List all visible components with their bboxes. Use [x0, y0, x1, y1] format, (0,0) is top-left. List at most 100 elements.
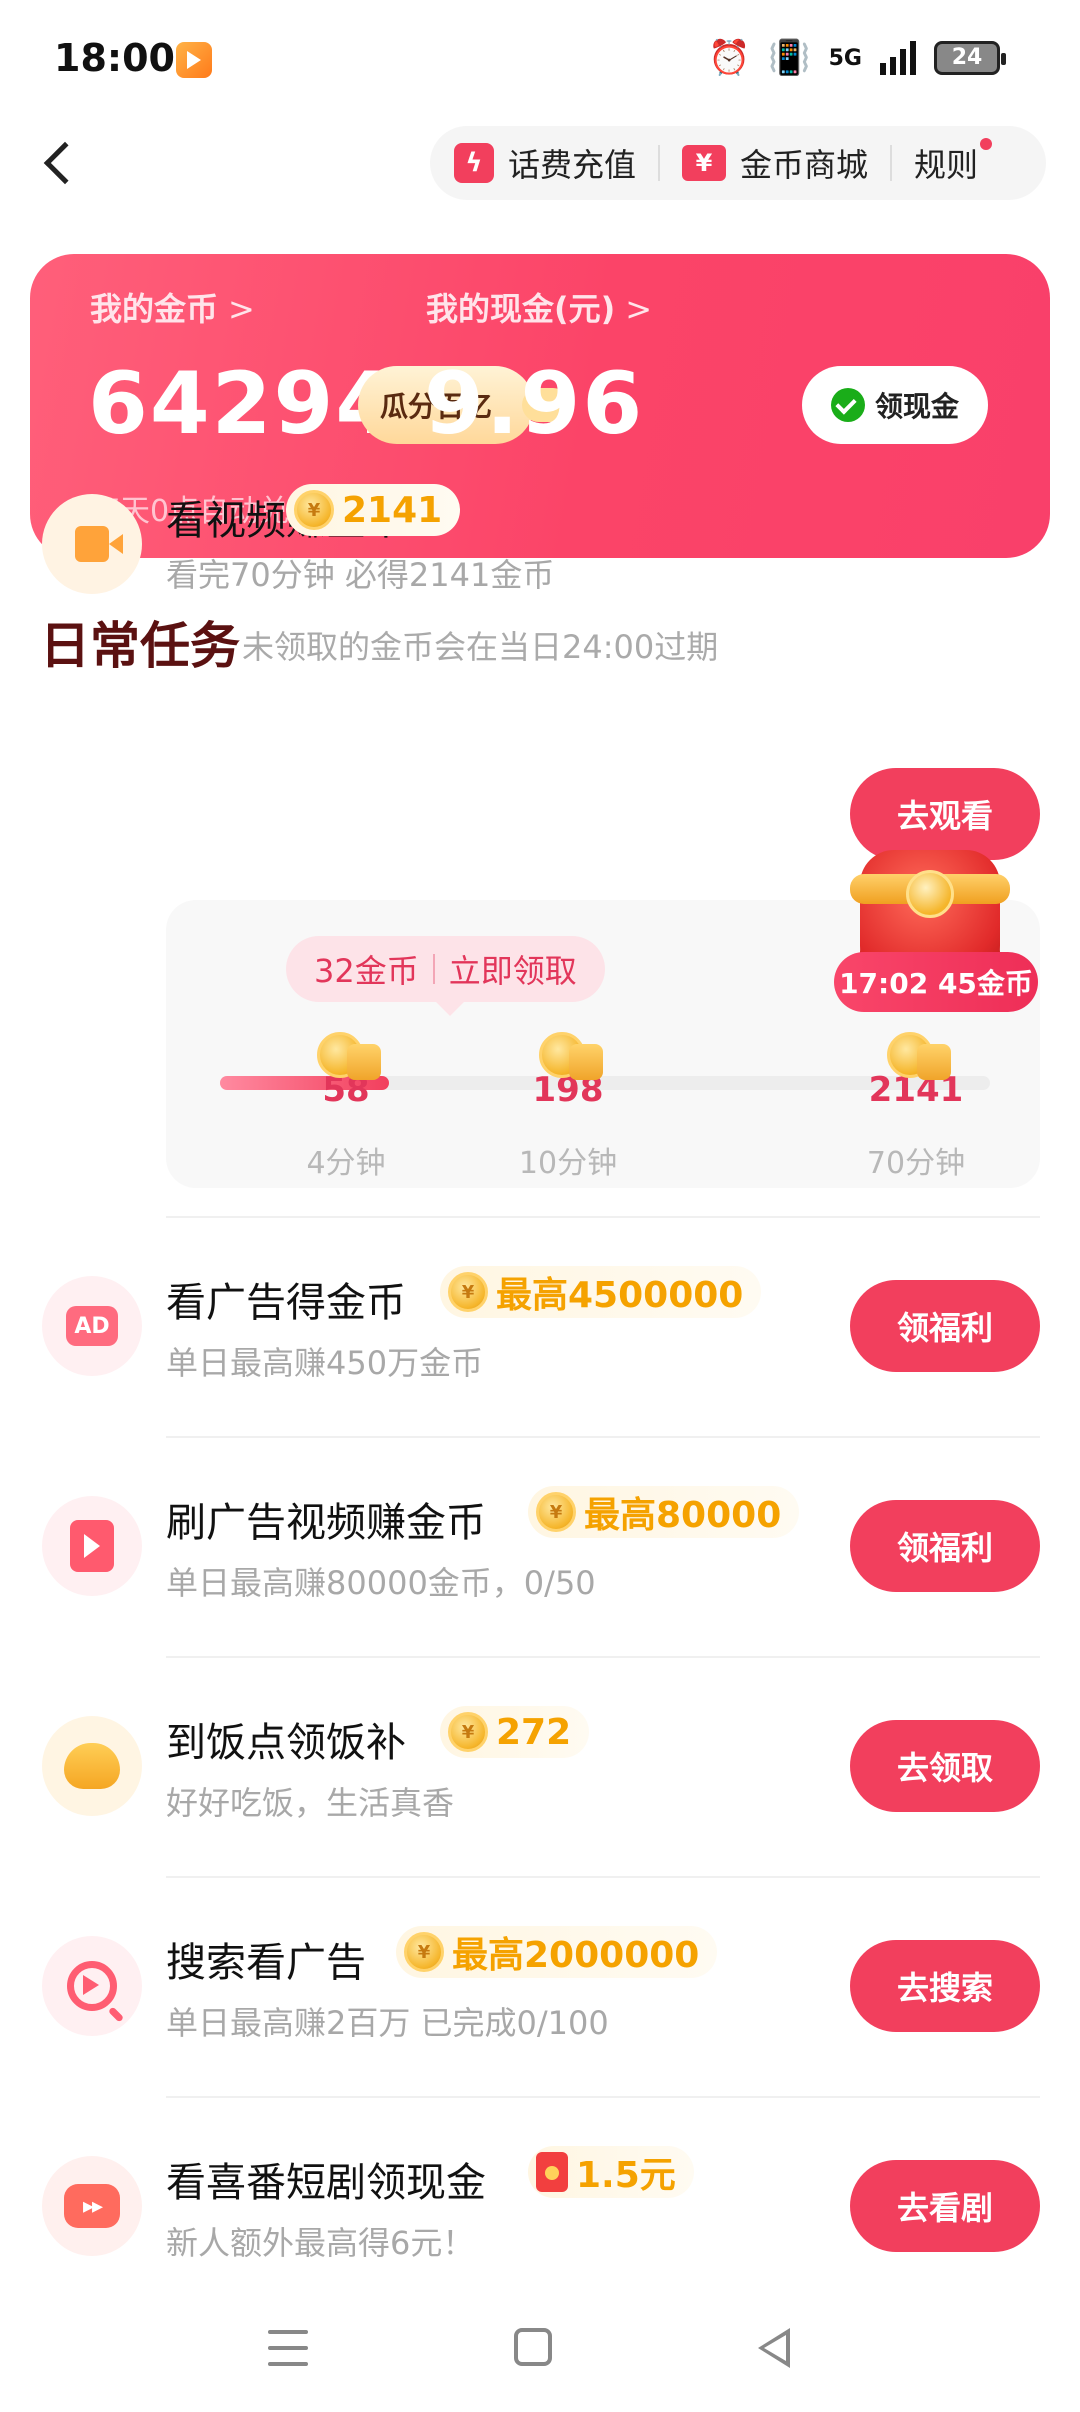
- chevron-right-icon: >: [625, 290, 653, 328]
- alarm-icon: ⏰: [707, 38, 751, 78]
- task-desc: 新人额外最高得6元！: [166, 2224, 475, 2262]
- recent-apps-icon[interactable]: [268, 2330, 308, 2366]
- task-title: 到饭点领饭补: [166, 1720, 406, 1766]
- gold-coin-icon: ¥: [294, 490, 334, 530]
- ad-icon: AD: [66, 1306, 118, 1346]
- vibrate-icon: 📳: [768, 38, 811, 78]
- divider: [166, 1216, 1040, 1218]
- rules-label: 规则: [914, 146, 979, 184]
- chevron-right-icon: >: [228, 290, 255, 328]
- my-cash-label: 我的现金(元): [426, 290, 616, 328]
- yuan-ticket-icon: ¥: [682, 145, 727, 181]
- task-reward-value: 最高4500000: [496, 1275, 744, 1316]
- divider: [432, 954, 435, 984]
- task-reward: ¥ 最高4500000: [440, 1266, 762, 1318]
- lightning-icon: ϟ: [454, 143, 494, 183]
- withdraw-cash-button[interactable]: 领现金: [802, 366, 988, 444]
- claim-bubble[interactable]: 32金币 立即领取: [286, 936, 605, 1016]
- battery-icon: 24: [934, 41, 1006, 75]
- home-icon[interactable]: [514, 2328, 552, 2366]
- notification-dot: [980, 138, 993, 150]
- task-title: 刷广告视频赚金币: [166, 1500, 486, 1546]
- divider: [658, 145, 661, 181]
- rules-link[interactable]: 规则: [914, 138, 993, 186]
- task-reward: ¥272: [440, 1706, 590, 1758]
- ad-welfare-button[interactable]: 领福利: [850, 1280, 1040, 1372]
- task-icon-search: [42, 1936, 142, 2036]
- top-actions: ϟ 话费充值 ¥ 金币商城 规则: [430, 126, 1046, 200]
- task-desc: 好好吃饭，生活真香: [166, 1784, 455, 1822]
- app-notification-icon: [176, 42, 212, 78]
- chest-timer-label[interactable]: 17:02 45金币: [834, 952, 1038, 1012]
- task-reward-value: 最高2000000: [452, 1935, 700, 1976]
- my-coins-link[interactable]: 我的金币 >: [90, 284, 255, 330]
- status-bar: 18:00 ⏰ 📳 5G 24: [0, 0, 1080, 120]
- milestone-node: 2141 70分钟: [856, 1032, 976, 1182]
- gold-coin-icon: ¥: [536, 1492, 576, 1532]
- cash-balance: 9.96: [424, 354, 645, 454]
- gold-coin-icon: ¥: [448, 1272, 488, 1312]
- battery-level: 24: [951, 45, 983, 70]
- task-desc: 单日最高赚80000金币，0/50: [166, 1564, 596, 1602]
- system-back-icon[interactable]: [758, 2328, 790, 2368]
- rice-bowl-icon: [64, 1743, 120, 1789]
- task-reward-value: 2141: [342, 489, 443, 531]
- task-desc: 看完70分钟 必得2141金币: [166, 556, 555, 594]
- network-type: 5G: [828, 45, 862, 71]
- task-title: 搜索看广告: [166, 1940, 366, 1986]
- divider: [166, 2096, 1040, 2098]
- back-button[interactable]: [36, 130, 87, 196]
- task-title: 看广告得金币: [166, 1280, 406, 1326]
- my-cash-link[interactable]: 我的现金(元) >: [426, 284, 652, 330]
- task-icon-video: [42, 494, 142, 594]
- task-reward-value: 最高80000: [584, 1495, 782, 1536]
- task-reward: 1.5元: [528, 2146, 694, 2198]
- claim-meal-button[interactable]: 去领取: [850, 1720, 1040, 1812]
- coins-balance: 64294: [88, 354, 398, 454]
- gold-coin-icon: ¥: [404, 1932, 444, 1972]
- task-reward: ¥ 最高2000000: [396, 1926, 718, 1978]
- coin-mall-label: 金币商城: [740, 146, 869, 184]
- section-title: 日常任务: [40, 617, 240, 675]
- red-packet-icon: [536, 2152, 568, 2192]
- back-arrow-icon: [43, 141, 87, 185]
- task-desc: 单日最高赚2百万 已完成0/100: [166, 2004, 609, 2042]
- milestone-time: 10分钟: [518, 1146, 618, 1181]
- divider: [890, 145, 893, 181]
- recharge-link[interactable]: ϟ 话费充值: [454, 140, 636, 186]
- coin-stack-icon: [311, 1032, 381, 1082]
- task-icon-meal: [42, 1716, 142, 1816]
- task-title: 看喜番短剧领现金: [166, 2160, 486, 2206]
- task-reward-value: 272: [496, 1711, 572, 1753]
- milestone-time: 70分钟: [866, 1146, 966, 1181]
- milestone-node: 198 10分钟: [508, 1032, 628, 1182]
- milestone-node: 58 4分钟: [286, 1032, 406, 1182]
- ad-video-welfare-button[interactable]: 领福利: [850, 1500, 1040, 1592]
- my-coins-label: 我的金币: [90, 290, 219, 328]
- ad-video-icon: [70, 1520, 114, 1572]
- signal-icon: [880, 41, 916, 75]
- gold-coin-icon: ¥: [448, 1712, 488, 1752]
- task-reward: ¥2141: [286, 484, 461, 536]
- claim-amount: 32金币: [314, 952, 419, 990]
- task-reward: ¥ 最高80000: [528, 1486, 800, 1538]
- wechat-check-icon: [830, 388, 865, 422]
- search-button[interactable]: 去搜索: [850, 1940, 1040, 2032]
- task-desc: 单日最高赚450万金币: [166, 1344, 484, 1382]
- divider: [166, 1436, 1040, 1438]
- search-play-icon: [67, 1961, 117, 2011]
- system-nav-bar: [0, 2290, 1080, 2412]
- status-time: 18:00: [54, 36, 175, 80]
- watch-drama-button[interactable]: 去看剧: [850, 2160, 1040, 2252]
- coin-stack-icon: [881, 1032, 951, 1082]
- withdraw-cash-label: 领现金: [874, 390, 959, 423]
- task-icon-drama: ▸▸: [42, 2156, 142, 2256]
- claim-now-link[interactable]: 立即领取: [449, 946, 577, 992]
- recharge-label: 话费充值: [508, 146, 637, 184]
- divider: [166, 1656, 1040, 1658]
- task-reward-value: 1.5元: [576, 2155, 676, 2196]
- section-subtitle: 未领取的金币会在当日24:00过期: [242, 628, 719, 666]
- task-icon-ad-video: [42, 1496, 142, 1596]
- coin-mall-link[interactable]: ¥ 金币商城: [682, 140, 868, 186]
- coin-stack-icon: [533, 1032, 603, 1082]
